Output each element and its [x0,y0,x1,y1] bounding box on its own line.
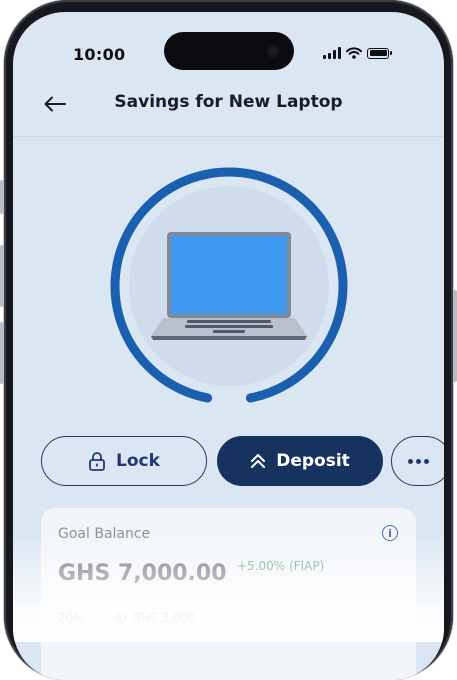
status-icons [323,46,392,60]
status-time: 10:00 [73,45,126,64]
phone-power-button [453,290,457,382]
goal-target-amount: GHS 3,000 [131,611,196,625]
lock-button[interactable]: Lock [41,436,207,486]
deposit-label: Deposit [276,451,350,471]
laptop-icon [151,232,307,340]
phone-side-button [0,180,4,214]
goal-target: GHS 3,000 [114,611,196,625]
deposit-button[interactable]: Deposit [217,436,383,486]
camera-icon [266,44,280,58]
goal-balance-card: Goal Balance i GHS 7,000.00 +5.00% (FIAP… [41,508,416,680]
lock-icon [89,452,105,471]
phone-volume-down [0,322,4,384]
goal-balance-change: +5.00% (FIAP) [237,559,325,573]
double-chevron-up-icon [251,454,266,468]
goal-progress-row: 20% GHS 3,000 [58,611,196,625]
goal-progress-ring [110,167,348,403]
phone-volume-up [0,245,4,307]
info-icon[interactable]: i [382,525,398,541]
lock-label: Lock [116,451,160,471]
more-options-button[interactable] [391,436,444,486]
app-screen: 10:00 Savings for New Laptop Lock Deposi… [13,12,444,680]
target-icon [114,612,126,624]
goal-progress-percent: 20% [58,611,85,625]
battery-icon [367,47,392,59]
goal-balance-amount: GHS 7,000.00 [58,561,227,586]
wifi-icon [346,47,362,59]
signal-icon [323,47,341,59]
more-dots-icon [408,458,429,464]
goal-balance-label: Goal Balance [58,526,151,542]
header-divider [13,136,444,137]
page-title: Savings for New Laptop [114,92,343,112]
dynamic-island [164,32,294,70]
